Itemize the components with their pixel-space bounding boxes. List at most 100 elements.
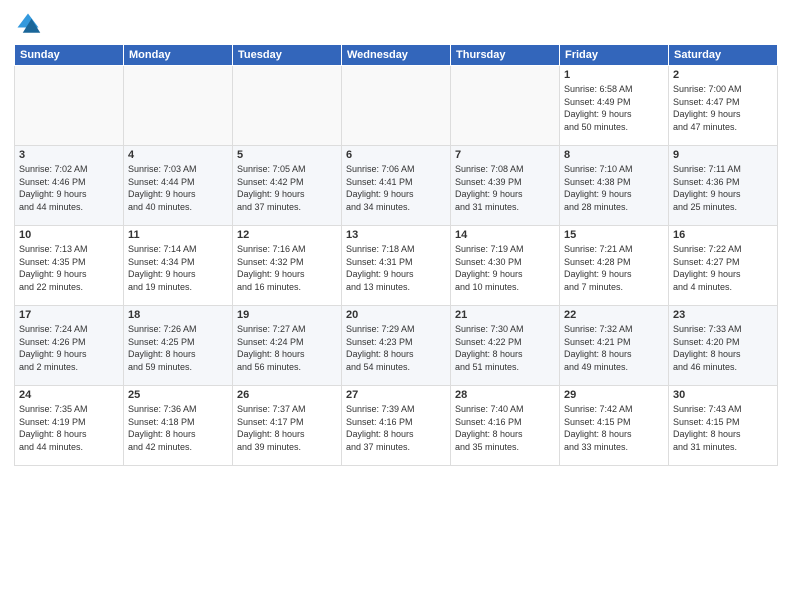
day-number: 16: [673, 229, 773, 241]
calendar-cell: 11 Sunrise: 7:14 AM Sunset: 4:34 PM Dayli…: [124, 226, 233, 306]
calendar-cell: 29 Sunrise: 7:42 AM Sunset: 4:15 PM Dayli…: [560, 386, 669, 466]
calendar-cell: 2Sunrise: 7:00 AM Sunset: 4:47 PM Daylig…: [669, 66, 778, 146]
day-info: Sunrise: 7:13 AM Sunset: 4:35 PM Dayligh…: [19, 243, 119, 293]
day-number: 6: [346, 149, 446, 161]
day-info: Sunrise: 7:35 AM Sunset: 4:19 PM Dayligh…: [19, 403, 119, 453]
day-info: Sunrise: 7:10 AM Sunset: 4:38 PM Dayligh…: [564, 163, 664, 213]
calendar-cell: [451, 66, 560, 146]
weekday-header: Saturday: [669, 45, 778, 66]
day-info: Sunrise: 6:58 AM Sunset: 4:49 PM Dayligh…: [564, 83, 664, 133]
calendar-cell: 5 Sunrise: 7:05 AM Sunset: 4:42 PM Daylig…: [233, 146, 342, 226]
day-info: Sunrise: 7:27 AM Sunset: 4:24 PM Dayligh…: [237, 323, 337, 373]
calendar-cell: 10 Sunrise: 7:13 AM Sunset: 4:35 PM Dayli…: [15, 226, 124, 306]
calendar-cell: 24 Sunrise: 7:35 AM Sunset: 4:19 PM Dayli…: [15, 386, 124, 466]
day-number: 20: [346, 309, 446, 321]
calendar-cell: [15, 66, 124, 146]
page: SundayMondayTuesdayWednesdayThursdayFrid…: [0, 0, 792, 612]
day-number: 24: [19, 389, 119, 401]
day-number: 1: [564, 69, 664, 81]
calendar-cell: 6 Sunrise: 7:06 AM Sunset: 4:41 PM Daylig…: [342, 146, 451, 226]
day-number: 28: [455, 389, 555, 401]
calendar-week-row: 1 Sunrise: 6:58 AM Sunset: 4:49 PM Daylig…: [15, 66, 778, 146]
day-info: Sunrise: 7:18 AM Sunset: 4:31 PM Dayligh…: [346, 243, 446, 293]
calendar-cell: 9 Sunrise: 7:11 AM Sunset: 4:36 PM Daylig…: [669, 146, 778, 226]
day-number: 5: [237, 149, 337, 161]
weekday-header: Friday: [560, 45, 669, 66]
day-info: Sunrise: 7:02 AM Sunset: 4:46 PM Dayligh…: [19, 163, 119, 213]
header: [14, 10, 778, 38]
calendar-cell: [342, 66, 451, 146]
day-number: 4: [128, 149, 228, 161]
day-number: 26: [237, 389, 337, 401]
calendar: SundayMondayTuesdayWednesdayThursdayFrid…: [14, 44, 778, 466]
day-info: Sunrise: 7:16 AM Sunset: 4:32 PM Dayligh…: [237, 243, 337, 293]
calendar-cell: 28 Sunrise: 7:40 AM Sunset: 4:16 PM Dayli…: [451, 386, 560, 466]
calendar-header-row: SundayMondayTuesdayWednesdayThursdayFrid…: [15, 45, 778, 66]
day-info: Sunrise: 7:42 AM Sunset: 4:15 PM Dayligh…: [564, 403, 664, 453]
calendar-cell: 13 Sunrise: 7:18 AM Sunset: 4:31 PM Dayli…: [342, 226, 451, 306]
day-info: Sunrise: 7:30 AM Sunset: 4:22 PM Dayligh…: [455, 323, 555, 373]
day-number: 19: [237, 309, 337, 321]
weekday-header: Tuesday: [233, 45, 342, 66]
calendar-cell: 21 Sunrise: 7:30 AM Sunset: 4:22 PM Dayli…: [451, 306, 560, 386]
day-number: 27: [346, 389, 446, 401]
day-number: 15: [564, 229, 664, 241]
calendar-cell: 17Sunrise: 7:24 AM Sunset: 4:26 PM Dayli…: [15, 306, 124, 386]
day-number: 25: [128, 389, 228, 401]
day-info: Sunrise: 7:05 AM Sunset: 4:42 PM Dayligh…: [237, 163, 337, 213]
calendar-cell: 25 Sunrise: 7:36 AM Sunset: 4:18 PM Dayli…: [124, 386, 233, 466]
day-info: Sunrise: 7:08 AM Sunset: 4:39 PM Dayligh…: [455, 163, 555, 213]
day-number: 8: [564, 149, 664, 161]
day-info: Sunrise: 7:11 AM Sunset: 4:36 PM Dayligh…: [673, 163, 773, 213]
calendar-cell: 26Sunrise: 7:37 AM Sunset: 4:17 PM Dayli…: [233, 386, 342, 466]
day-number: 23: [673, 309, 773, 321]
calendar-cell: 22Sunrise: 7:32 AM Sunset: 4:21 PM Dayli…: [560, 306, 669, 386]
calendar-cell: 19 Sunrise: 7:27 AM Sunset: 4:24 PM Dayli…: [233, 306, 342, 386]
calendar-cell: 30 Sunrise: 7:43 AM Sunset: 4:15 PM Dayli…: [669, 386, 778, 466]
day-info: Sunrise: 7:40 AM Sunset: 4:16 PM Dayligh…: [455, 403, 555, 453]
day-info: Sunrise: 7:29 AM Sunset: 4:23 PM Dayligh…: [346, 323, 446, 373]
day-info: Sunrise: 7:33 AM Sunset: 4:20 PM Dayligh…: [673, 323, 773, 373]
day-info: Sunrise: 7:03 AM Sunset: 4:44 PM Dayligh…: [128, 163, 228, 213]
calendar-cell: 23 Sunrise: 7:33 AM Sunset: 4:20 PM Dayli…: [669, 306, 778, 386]
day-info: Sunrise: 7:06 AM Sunset: 4:41 PM Dayligh…: [346, 163, 446, 213]
calendar-cell: 16 Sunrise: 7:22 AM Sunset: 4:27 PM Dayli…: [669, 226, 778, 306]
calendar-cell: 18 Sunrise: 7:26 AM Sunset: 4:25 PM Dayli…: [124, 306, 233, 386]
calendar-cell: 20 Sunrise: 7:29 AM Sunset: 4:23 PM Dayli…: [342, 306, 451, 386]
day-number: 10: [19, 229, 119, 241]
calendar-cell: 12Sunrise: 7:16 AM Sunset: 4:32 PM Dayli…: [233, 226, 342, 306]
weekday-header: Thursday: [451, 45, 560, 66]
day-number: 21: [455, 309, 555, 321]
calendar-week-row: 10 Sunrise: 7:13 AM Sunset: 4:35 PM Dayli…: [15, 226, 778, 306]
calendar-cell: 7 Sunrise: 7:08 AM Sunset: 4:39 PM Daylig…: [451, 146, 560, 226]
logo-icon: [14, 10, 42, 38]
day-info: Sunrise: 7:26 AM Sunset: 4:25 PM Dayligh…: [128, 323, 228, 373]
day-number: 3: [19, 149, 119, 161]
calendar-cell: [124, 66, 233, 146]
calendar-cell: [233, 66, 342, 146]
calendar-cell: 3 Sunrise: 7:02 AM Sunset: 4:46 PM Daylig…: [15, 146, 124, 226]
day-info: Sunrise: 7:14 AM Sunset: 4:34 PM Dayligh…: [128, 243, 228, 293]
day-number: 30: [673, 389, 773, 401]
day-number: 18: [128, 309, 228, 321]
weekday-header: Sunday: [15, 45, 124, 66]
day-info: Sunrise: 7:19 AM Sunset: 4:30 PM Dayligh…: [455, 243, 555, 293]
calendar-cell: 14 Sunrise: 7:19 AM Sunset: 4:30 PM Dayli…: [451, 226, 560, 306]
day-number: 9: [673, 149, 773, 161]
day-number: 13: [346, 229, 446, 241]
day-info: Sunrise: 7:36 AM Sunset: 4:18 PM Dayligh…: [128, 403, 228, 453]
calendar-cell: 27 Sunrise: 7:39 AM Sunset: 4:16 PM Dayli…: [342, 386, 451, 466]
day-number: 29: [564, 389, 664, 401]
day-number: 11: [128, 229, 228, 241]
weekday-header: Wednesday: [342, 45, 451, 66]
day-info: Sunrise: 7:22 AM Sunset: 4:27 PM Dayligh…: [673, 243, 773, 293]
calendar-cell: 8 Sunrise: 7:10 AM Sunset: 4:38 PM Daylig…: [560, 146, 669, 226]
calendar-week-row: 17Sunrise: 7:24 AM Sunset: 4:26 PM Dayli…: [15, 306, 778, 386]
day-number: 7: [455, 149, 555, 161]
day-info: Sunrise: 7:43 AM Sunset: 4:15 PM Dayligh…: [673, 403, 773, 453]
calendar-cell: 4 Sunrise: 7:03 AM Sunset: 4:44 PM Daylig…: [124, 146, 233, 226]
day-info: Sunrise: 7:39 AM Sunset: 4:16 PM Dayligh…: [346, 403, 446, 453]
day-info: Sunrise: 7:24 AM Sunset: 4:26 PM Dayligh…: [19, 323, 119, 373]
day-number: 14: [455, 229, 555, 241]
calendar-week-row: 3 Sunrise: 7:02 AM Sunset: 4:46 PM Daylig…: [15, 146, 778, 226]
